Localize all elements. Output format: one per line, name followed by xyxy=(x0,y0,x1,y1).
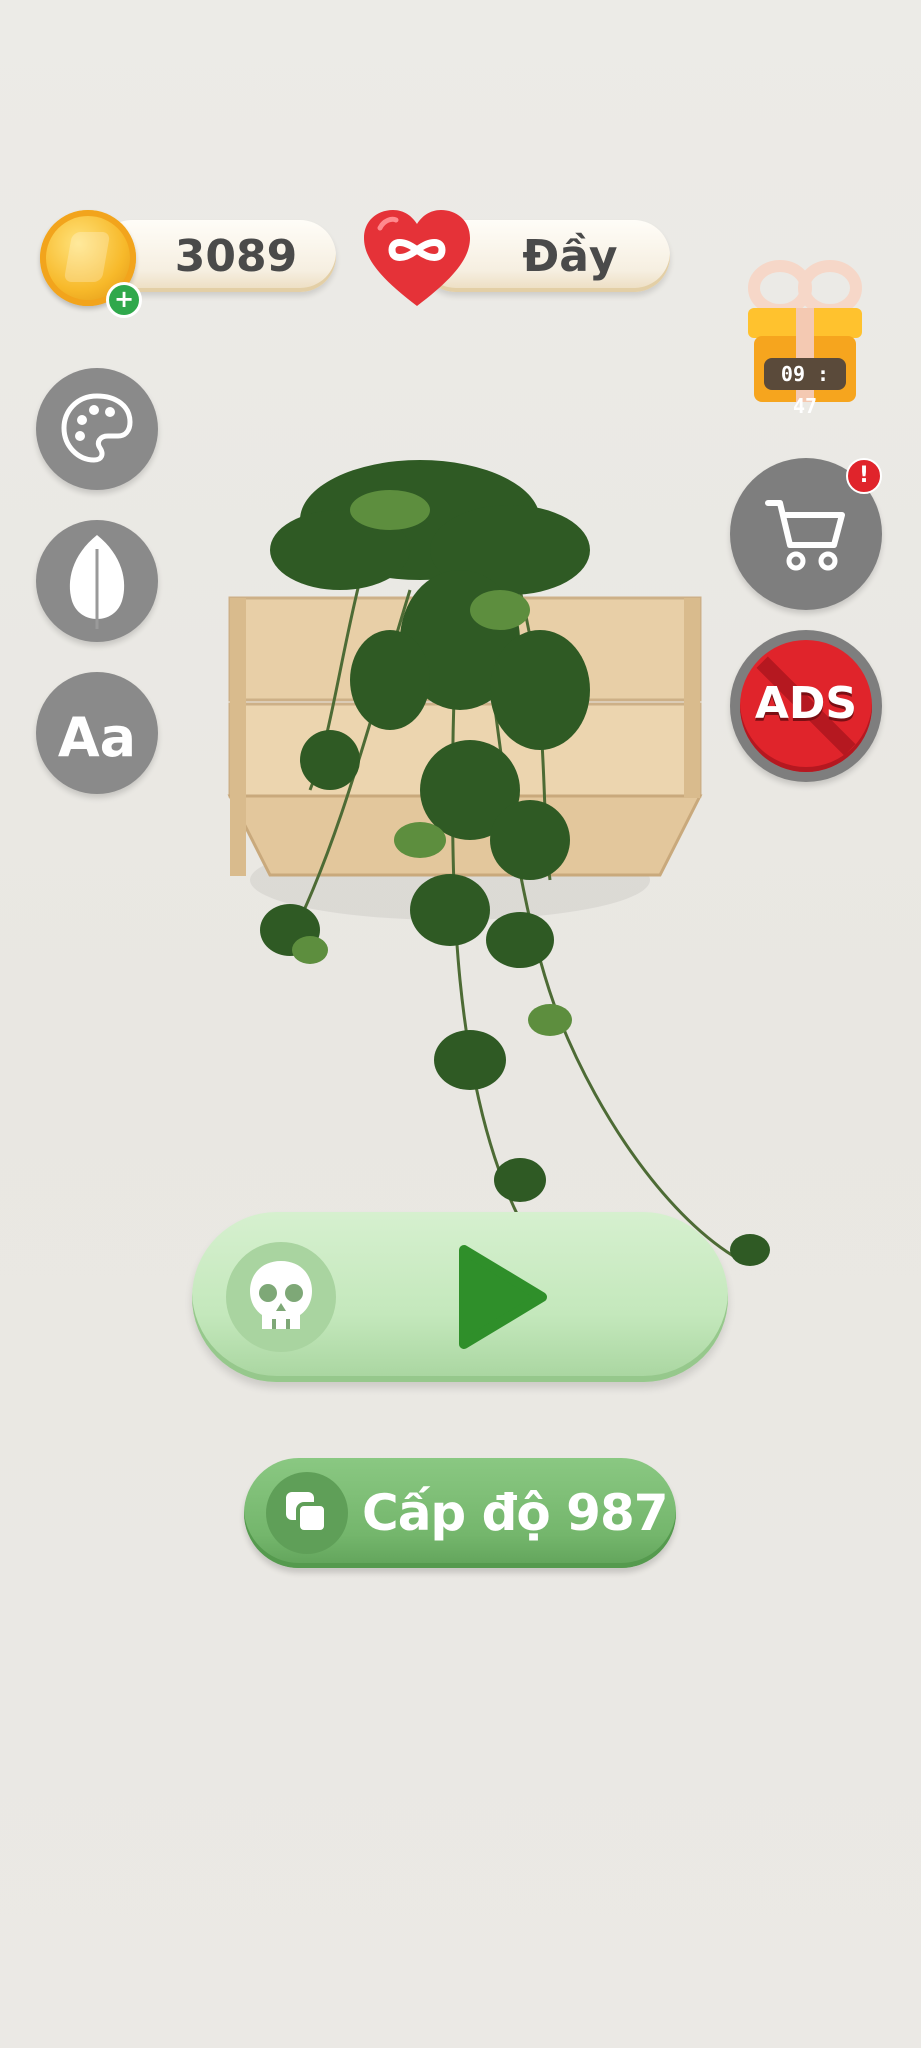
gift-box-button[interactable]: 09 : 47 xyxy=(740,252,870,418)
play-button[interactable] xyxy=(192,1212,728,1382)
play-icon xyxy=(459,1245,547,1349)
add-coins-icon[interactable]: + xyxy=(106,282,142,318)
level-label: Cấp độ 987 xyxy=(362,1484,669,1542)
palette-icon xyxy=(61,393,133,463)
theme-palette-button[interactable] xyxy=(36,368,158,490)
gift-timer: 09 : 47 xyxy=(764,358,846,418)
font-size-button[interactable]: Aa xyxy=(36,672,158,794)
cart-notification-badge: ! xyxy=(846,458,882,494)
level-selector-button[interactable]: Cấp độ 987 xyxy=(244,1458,676,1568)
leaf-icon xyxy=(69,535,125,629)
background-leaf-button[interactable] xyxy=(36,520,158,642)
hanging-plant-illustration xyxy=(227,460,770,1266)
level-icon-circle xyxy=(266,1472,348,1554)
difficulty-indicator xyxy=(226,1242,336,1352)
level-layers-icon xyxy=(286,1492,328,1534)
skull-icon xyxy=(250,1261,312,1329)
coin-amount: 3089 xyxy=(174,230,298,282)
font-size-label: Aa xyxy=(57,705,137,769)
lives-status: Đầy xyxy=(522,230,618,282)
font-size-icon: Aa xyxy=(58,706,136,769)
heart-infinity-icon xyxy=(364,210,470,306)
